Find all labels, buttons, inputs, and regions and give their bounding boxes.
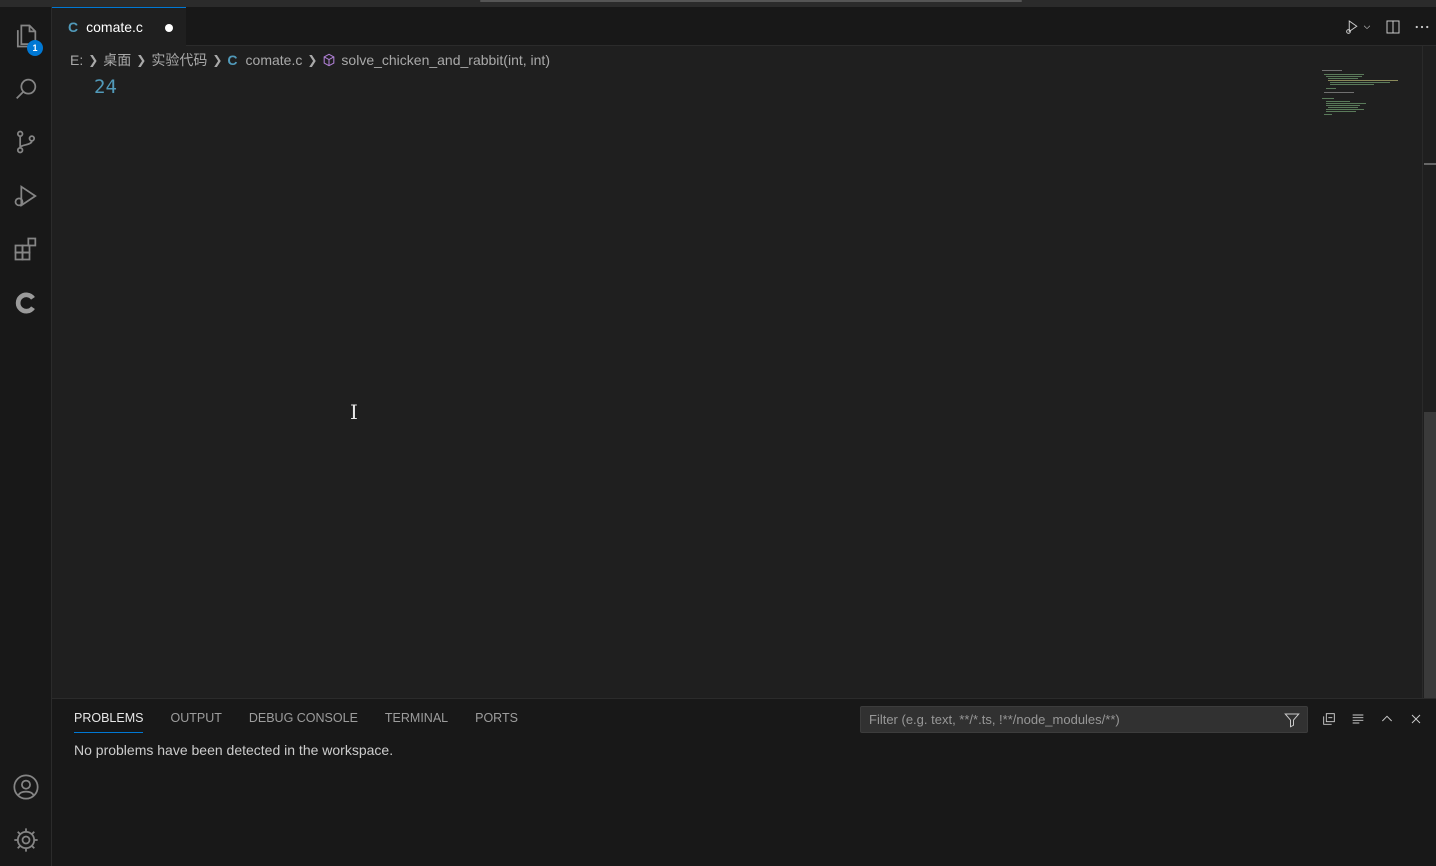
run-debug-icon xyxy=(1346,19,1358,34)
editor-tab-bar: C comate.c xyxy=(52,7,1436,46)
activity-source-control[interactable] xyxy=(0,118,52,166)
method-cube-icon xyxy=(324,53,335,67)
editor-scrollbar[interactable] xyxy=(1422,46,1436,698)
breadcrumb-folder-code[interactable]: 实验代码 xyxy=(151,50,207,70)
minimap[interactable] xyxy=(1320,70,1410,120)
activity-comate[interactable] xyxy=(0,279,52,327)
title-bar xyxy=(0,0,1436,7)
run-debug-icon xyxy=(14,185,37,207)
breadcrumb-file[interactable]: comate.c xyxy=(246,52,303,68)
chevron-down-icon xyxy=(1363,25,1371,29)
split-editor-button[interactable] xyxy=(1378,13,1407,41)
more-actions-button[interactable] xyxy=(1407,13,1436,41)
comate-icon xyxy=(15,292,35,314)
account-icon xyxy=(13,774,39,800)
ellipsis-icon xyxy=(1415,25,1428,28)
chevron-up-icon xyxy=(1381,715,1392,722)
code-editor[interactable]: 24 I xyxy=(52,72,1422,698)
extensions-icon xyxy=(14,237,37,261)
view-as-list-button[interactable] xyxy=(1343,707,1372,731)
chevron-right-icon: ❯ xyxy=(88,53,99,67)
chevron-right-icon: ❯ xyxy=(136,53,147,67)
command-center[interactable] xyxy=(480,0,1022,2)
collapse-all-icon xyxy=(1322,713,1335,725)
close-icon xyxy=(1411,714,1420,724)
close-panel-button[interactable] xyxy=(1401,707,1430,731)
activity-accounts[interactable] xyxy=(0,763,52,811)
settings-gear-icon xyxy=(14,828,38,852)
activity-explorer[interactable]: 1 xyxy=(0,12,52,60)
tab-label: comate.c xyxy=(86,19,143,35)
tab-ports[interactable]: PORTS xyxy=(475,711,518,733)
tab-comate-c[interactable]: C comate.c xyxy=(52,7,186,46)
breadcrumb-folder-desktop[interactable]: 桌面 xyxy=(103,50,131,70)
activity-manage[interactable] xyxy=(0,816,52,864)
activity-search[interactable] xyxy=(0,65,52,113)
breadcrumb-drive[interactable]: E: xyxy=(70,52,83,68)
search-icon xyxy=(16,78,37,99)
tab-output[interactable]: OUTPUT xyxy=(170,711,221,733)
activity-run-debug[interactable] xyxy=(0,172,52,220)
scrollbar-thumb[interactable] xyxy=(1424,412,1436,698)
panel-tabs: PROBLEMS OUTPUT DEBUG CONSOLE TERMINAL P… xyxy=(74,711,545,733)
activity-extensions[interactable] xyxy=(0,225,52,273)
chevron-right-icon: ❯ xyxy=(307,53,318,67)
breadcrumb-symbol[interactable]: solve_chicken_and_rabbit(int, int) xyxy=(341,52,550,68)
breadcrumb: E: ❯ 桌面 ❯ 实验代码 ❯ C comate.c ❯ solve_chic… xyxy=(70,49,550,71)
source-control-icon xyxy=(16,130,36,154)
run-debug-button[interactable] xyxy=(1338,13,1378,41)
panel-actions xyxy=(1314,707,1430,731)
collapse-all-button[interactable] xyxy=(1314,707,1343,731)
maximize-panel-button[interactable] xyxy=(1372,707,1401,731)
list-icon xyxy=(1352,714,1363,724)
c-file-icon: C xyxy=(227,52,238,68)
chevron-right-icon: ❯ xyxy=(212,53,223,67)
scroll-position-marker xyxy=(1424,163,1436,165)
bottom-panel: PROBLEMS OUTPUT DEBUG CONSOLE TERMINAL P… xyxy=(52,698,1436,866)
split-editor-icon xyxy=(1386,20,1399,33)
editor-actions xyxy=(1338,7,1436,46)
filter-icon[interactable] xyxy=(1283,711,1301,729)
tab-terminal[interactable]: TERMINAL xyxy=(385,711,448,733)
filter-placeholder: Filter (e.g. text, **/*.ts, !**/node_mod… xyxy=(869,712,1120,727)
explorer-badge: 1 xyxy=(27,40,43,56)
activity-bar: 1 xyxy=(0,7,52,866)
line-number: 24 xyxy=(94,76,117,98)
text-cursor-icon: I xyxy=(350,400,358,424)
c-file-icon: C xyxy=(68,19,79,35)
tab-debug-console[interactable]: DEBUG CONSOLE xyxy=(249,711,358,733)
problems-filter-input[interactable]: Filter (e.g. text, **/*.ts, !**/node_mod… xyxy=(860,706,1308,733)
unsaved-dot-icon[interactable] xyxy=(165,24,173,32)
problems-message: No problems have been detected in the wo… xyxy=(74,742,394,758)
tab-problems[interactable]: PROBLEMS xyxy=(74,711,144,733)
